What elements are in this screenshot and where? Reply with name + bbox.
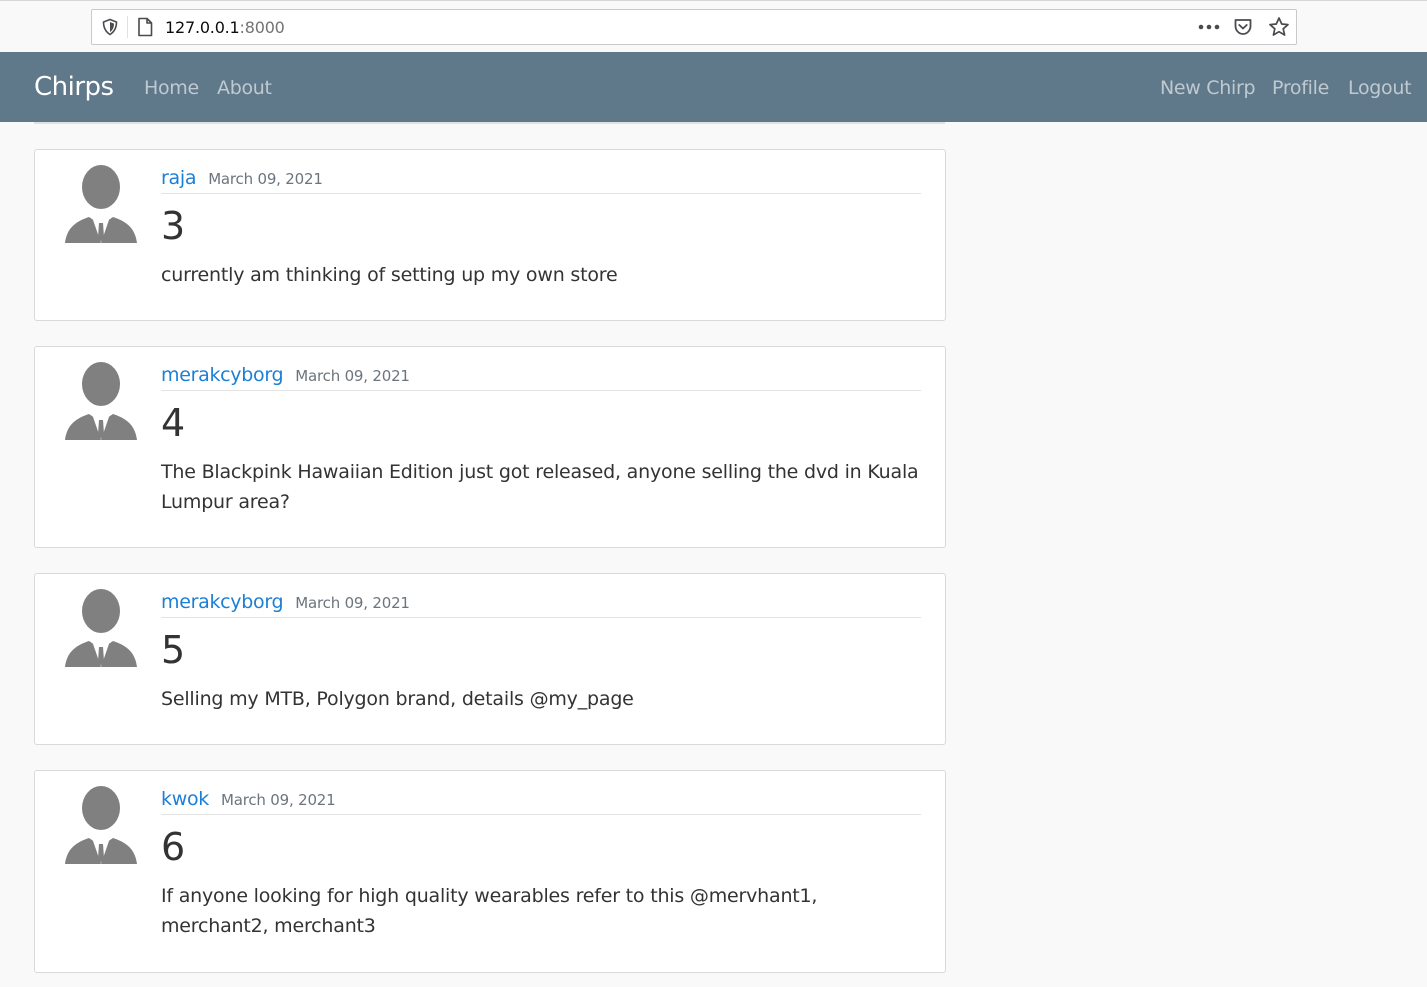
- toolbar-border: [0, 0, 1427, 1]
- chirp-title: 3: [161, 204, 186, 248]
- url-text[interactable]: 127.0.0.1:8000: [165, 18, 285, 37]
- chirp-meta: kwok March 09, 2021: [161, 788, 921, 815]
- chirp-title: 6: [161, 825, 186, 869]
- chirp-date: March 09, 2021: [208, 170, 323, 188]
- chirp-username[interactable]: kwok: [161, 788, 209, 810]
- chirp-username[interactable]: merakcyborg: [161, 591, 284, 613]
- pocket-icon[interactable]: [1233, 17, 1253, 37]
- avatar-icon: [65, 786, 137, 864]
- brand-logo[interactable]: Chirps: [34, 72, 114, 102]
- previous-card-edge: [34, 122, 945, 124]
- nav-about[interactable]: About: [217, 77, 272, 99]
- chirp-body: Selling my MTB, Polygon brand, details @…: [161, 688, 634, 710]
- avatar-icon: [65, 165, 137, 243]
- chirp-date: March 09, 2021: [295, 367, 410, 385]
- nav-profile[interactable]: Profile: [1272, 77, 1329, 99]
- chirp-date: March 09, 2021: [220, 791, 336, 809]
- chirp-meta: merakcyborg March 09, 2021: [161, 364, 921, 391]
- chirp-body: The Blackpink Hawaiian Edition just got …: [161, 461, 919, 513]
- avatar-icon: [65, 362, 137, 440]
- urlbar-divider: [127, 16, 128, 38]
- url-host: 127.0.0.1: [165, 18, 240, 37]
- nav-new-chirp[interactable]: New Chirp: [1160, 77, 1256, 99]
- chirp-date: March 09, 2021: [295, 594, 410, 612]
- nav-logout[interactable]: Logout: [1348, 77, 1412, 99]
- page-actions-more-icon[interactable]: [1197, 18, 1221, 36]
- chirp-title: 4: [161, 401, 186, 445]
- chirp-title: 5: [161, 628, 186, 672]
- chirp-meta: raja March 09, 2021: [161, 167, 921, 194]
- chirp-card: merakcyborg March 09, 2021 4 The Blackpin…: [34, 346, 946, 548]
- nav-home[interactable]: Home: [144, 77, 199, 99]
- address-bar[interactable]: 127.0.0.1:8000: [91, 9, 1297, 45]
- avatar-icon: [65, 589, 137, 667]
- chirp-card: kwok March 09, 2021 6 If anyone looking f…: [34, 770, 946, 973]
- chirp-body: If anyone looking for high quality weara…: [161, 885, 818, 937]
- chirp-body: currently am thinking of setting up my o…: [161, 264, 618, 286]
- tracking-protection-shield-icon[interactable]: [101, 18, 119, 36]
- chirp-username[interactable]: raja: [161, 167, 196, 189]
- browser-toolbar: 127.0.0.1:8000: [0, 0, 1427, 52]
- chirp-card: raja March 09, 2021 3 currently am thinki…: [34, 149, 946, 321]
- chirp-card: merakcyborg March 09, 2021 5 Selling my M…: [34, 573, 946, 745]
- page-info-icon[interactable]: [136, 17, 154, 37]
- chirp-meta: merakcyborg March 09, 2021: [161, 591, 921, 618]
- bookmark-star-icon[interactable]: [1268, 16, 1290, 38]
- chirp-username[interactable]: merakcyborg: [161, 364, 284, 386]
- url-port: :8000: [239, 18, 285, 37]
- site-navbar: Chirps Home About New Chirp Profile Logo…: [0, 52, 1427, 122]
